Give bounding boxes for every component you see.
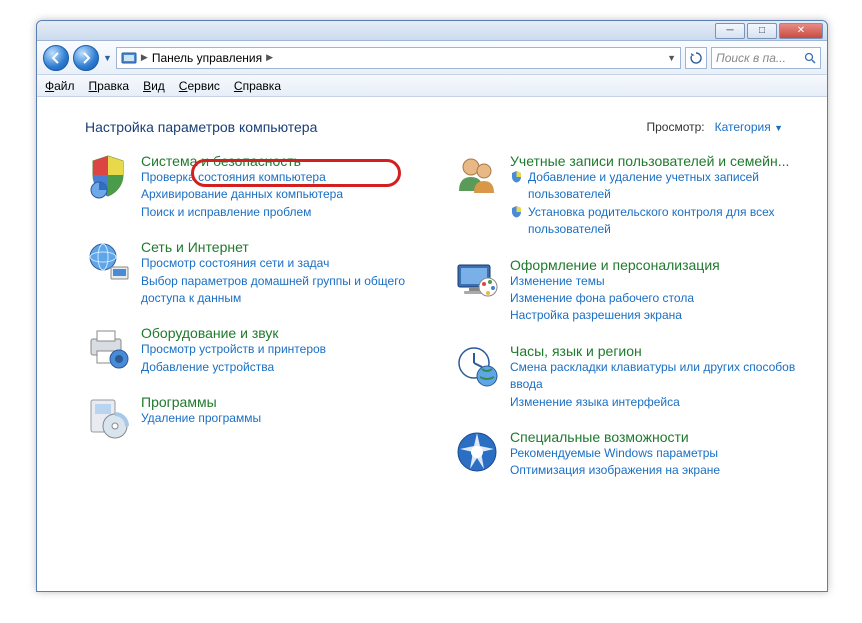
link-add-device[interactable]: Добавление устройства <box>141 359 430 376</box>
shield-icon <box>85 153 131 199</box>
disc-box-icon <box>85 394 131 440</box>
link-devices[interactable]: Просмотр устройств и принтеров <box>141 341 430 358</box>
titlebar: ─ □ ✕ <box>37 21 827 41</box>
link-recommended[interactable]: Рекомендуемые Windows параметры <box>510 445 799 462</box>
uac-shield-icon <box>510 205 523 218</box>
chevron-down-icon: ▼ <box>774 123 783 133</box>
control-panel-window: ─ □ ✕ ▼ ▶ Панель управления ▶ ▼ Поиск в … <box>36 20 828 592</box>
breadcrumb-control-panel[interactable]: Панель управления <box>152 51 262 65</box>
accessibility-icon <box>454 429 500 475</box>
back-button[interactable] <box>43 45 69 71</box>
link-language[interactable]: Изменение языка интерфейса <box>510 394 799 411</box>
page-title: Настройка параметров компьютера <box>85 119 317 135</box>
link-users[interactable]: Учетные записи пользователей и семейн... <box>510 153 789 169</box>
menu-tools[interactable]: Сервис <box>179 79 220 93</box>
category-clock: Часы, язык и регион Смена раскладки клав… <box>454 343 799 411</box>
address-dropdown-icon[interactable]: ▼ <box>667 53 676 63</box>
content-area: Настройка параметров компьютера Просмотр… <box>37 97 827 591</box>
view-selector: Просмотр: Категория ▼ <box>646 120 783 134</box>
menu-view[interactable]: Вид <box>143 79 165 93</box>
path-separator-icon: ▶ <box>266 52 273 63</box>
left-column: Система и безопасность Проверка состояни… <box>85 153 430 480</box>
search-placeholder: Поиск в па... <box>716 51 786 65</box>
link-change-theme[interactable]: Изменение темы <box>510 273 799 290</box>
clock-globe-icon <box>454 343 500 389</box>
link-check-status[interactable]: Проверка состояния компьютера <box>141 169 430 186</box>
history-dropdown-icon[interactable]: ▼ <box>103 53 112 63</box>
menu-file[interactable]: Файл <box>45 79 75 93</box>
search-input[interactable]: Поиск в па... <box>711 47 821 69</box>
minimize-button[interactable]: ─ <box>715 23 745 39</box>
category-system-security: Система и безопасность Проверка состояни… <box>85 153 430 221</box>
link-change-background[interactable]: Изменение фона рабочего стола <box>510 290 799 307</box>
link-network[interactable]: Сеть и Интернет <box>141 239 249 255</box>
link-troubleshoot[interactable]: Поиск и исправление проблем <box>141 204 430 221</box>
menu-edit[interactable]: Правка <box>89 79 130 93</box>
link-clock[interactable]: Часы, язык и регион <box>510 343 642 359</box>
category-network: Сеть и Интернет Просмотр состояния сети … <box>85 239 430 307</box>
printer-icon <box>85 325 131 371</box>
address-bar[interactable]: ▶ Панель управления ▶ ▼ <box>116 47 681 69</box>
link-appearance[interactable]: Оформление и персонализация <box>510 257 720 273</box>
category-accessibility: Специальные возможности Рекомендуемые Wi… <box>454 429 799 480</box>
nav-row: ▼ ▶ Панель управления ▶ ▼ Поиск в па... <box>37 41 827 75</box>
control-panel-icon <box>121 50 137 66</box>
globe-network-icon <box>85 239 131 285</box>
right-column: Учетные записи пользователей и семейн...… <box>454 153 799 480</box>
view-dropdown[interactable]: Категория ▼ <box>715 120 783 134</box>
forward-button[interactable] <box>73 45 99 71</box>
link-resolution[interactable]: Настройка разрешения экрана <box>510 307 799 324</box>
view-label: Просмотр: <box>646 120 704 134</box>
close-button[interactable]: ✕ <box>779 23 823 39</box>
link-parental[interactable]: Установка родительского контроля для все… <box>510 204 799 239</box>
category-appearance: Оформление и персонализация Изменение те… <box>454 257 799 325</box>
menu-bar: Файл Правка Вид Сервис Справка <box>37 75 827 97</box>
refresh-button[interactable] <box>685 47 707 69</box>
link-hardware[interactable]: Оборудование и звук <box>141 325 279 341</box>
maximize-button[interactable]: □ <box>747 23 777 39</box>
monitor-palette-icon <box>454 257 500 303</box>
users-icon <box>454 153 500 199</box>
link-uninstall[interactable]: Удаление программы <box>141 410 430 427</box>
link-programs[interactable]: Программы <box>141 394 217 410</box>
category-programs: Программы Удаление программы <box>85 394 430 440</box>
link-system-security[interactable]: Система и безопасность <box>141 153 301 169</box>
link-optimize-display[interactable]: Оптимизация изображения на экране <box>510 462 799 479</box>
link-accessibility[interactable]: Специальные возможности <box>510 429 689 445</box>
uac-shield-icon <box>510 170 523 183</box>
link-backup[interactable]: Архивирование данных компьютера <box>141 186 430 203</box>
link-keyboard-layout[interactable]: Смена раскладки клавиатуры или других сп… <box>510 359 799 394</box>
path-separator-icon: ▶ <box>141 52 148 63</box>
menu-help[interactable]: Справка <box>234 79 281 93</box>
category-users: Учетные записи пользователей и семейн...… <box>454 153 799 239</box>
category-hardware: Оборудование и звук Просмотр устройств и… <box>85 325 430 376</box>
link-network-status[interactable]: Просмотр состояния сети и задач <box>141 255 430 272</box>
link-homegroup[interactable]: Выбор параметров домашней группы и общег… <box>141 273 430 308</box>
link-add-remove-accounts[interactable]: Добавление и удаление учетных записей по… <box>510 169 799 204</box>
search-icon <box>804 52 816 64</box>
